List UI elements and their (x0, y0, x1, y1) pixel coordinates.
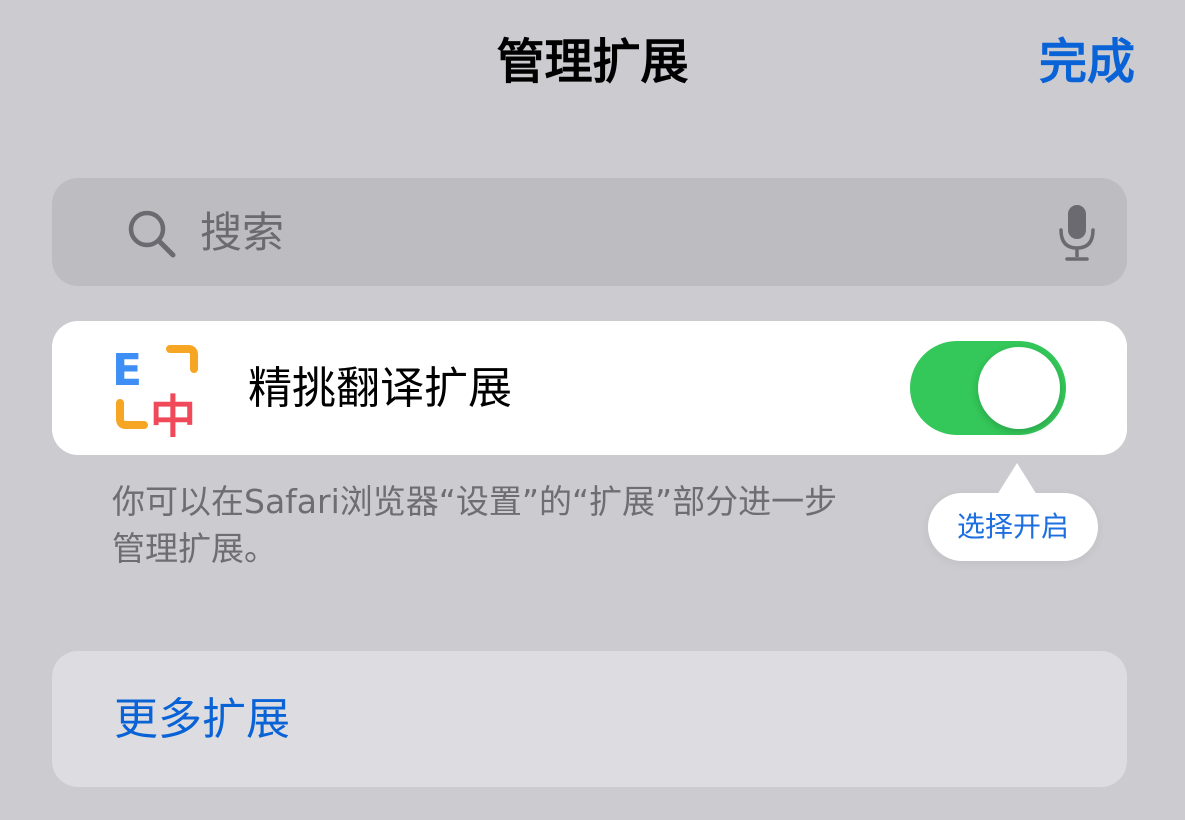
footnote-text: 你可以在Safari浏览器“设置”的“扩展”部分进一步 管理扩展。 (112, 478, 932, 572)
search-icon (128, 210, 176, 258)
extension-row: E 中 精挑翻译扩展 (52, 321, 1127, 455)
footnote-line-1: 你可以在Safari浏览器“设置”的“扩展”部分进一步 (112, 482, 838, 521)
page-title: 管理扩展 (496, 34, 689, 90)
tooltip-bubble: 选择开启 (928, 463, 1098, 561)
search-bar[interactable] (52, 178, 1127, 286)
footnote-line-2: 管理扩展。 (112, 529, 277, 568)
tooltip-label: 选择开启 (956, 510, 1069, 543)
more-extensions-label: 更多扩展 (114, 694, 290, 745)
search-input[interactable] (200, 202, 1060, 262)
translate-extension-logo-icon: E 中 (112, 345, 198, 437)
toggle-knob (978, 347, 1060, 429)
extension-name: 精挑翻译扩展 (248, 363, 512, 414)
tooltip-arrow (997, 463, 1037, 495)
microphone-icon[interactable] (1057, 204, 1097, 262)
logo-letter-e: E (112, 345, 142, 396)
extension-toggle[interactable] (910, 341, 1066, 435)
done-button[interactable]: 完成 (1039, 30, 1135, 94)
more-extensions-button[interactable]: 更多扩展 (52, 651, 1127, 787)
logo-letter-zhong: 中 (150, 390, 196, 437)
